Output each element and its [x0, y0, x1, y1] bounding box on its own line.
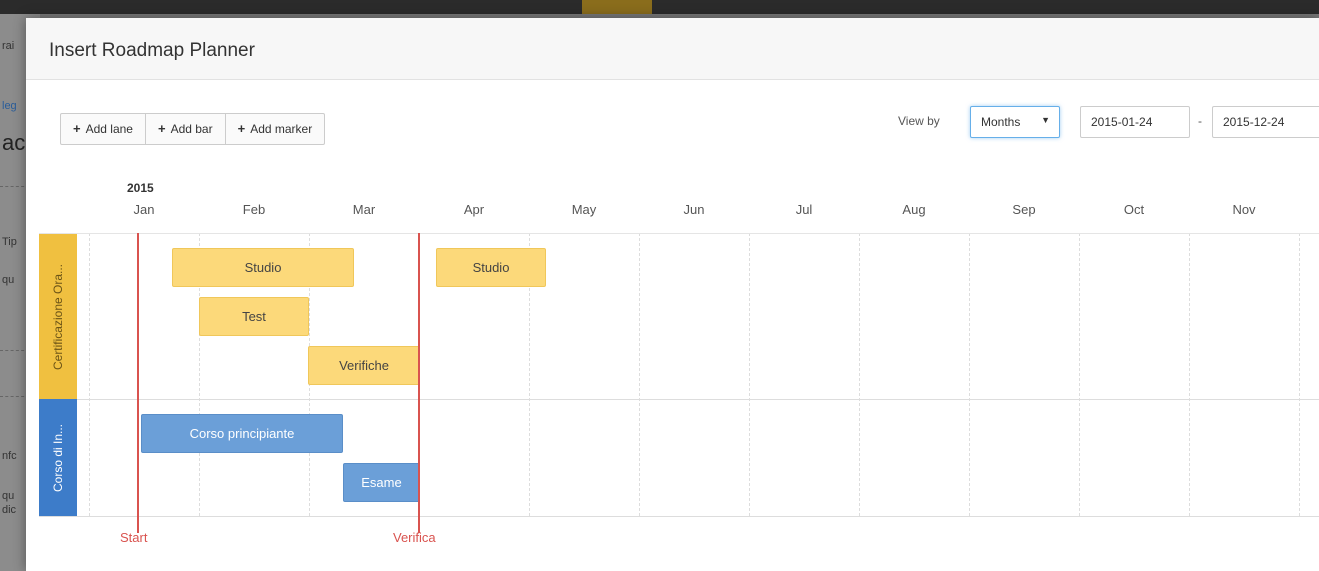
roadmap-bar[interactable]: Studio	[436, 248, 546, 287]
lane-title: Certificazione Ora...	[51, 263, 65, 370]
background-topbar-highlight	[582, 0, 652, 14]
background-text: nfc	[2, 450, 17, 462]
background-text: dic	[2, 504, 17, 516]
month-header: Nov	[1232, 202, 1256, 217]
add-marker-button[interactable]: + Add marker	[224, 113, 326, 145]
month-header: Jan	[133, 202, 155, 217]
dialog-header: Insert Roadmap Planner	[26, 18, 1319, 80]
plus-icon: +	[157, 121, 166, 136]
background-text: qu	[2, 490, 15, 502]
start-date-input[interactable]: 2015-01-24	[1080, 106, 1190, 138]
lane-title: Corso di In...	[51, 423, 65, 492]
background-text: rai	[2, 40, 15, 52]
marker-line[interactable]	[418, 233, 420, 533]
month-header: Mar	[352, 202, 376, 217]
roadmap-bar[interactable]: Studio	[172, 248, 354, 287]
add-bar-button[interactable]: + Add bar	[144, 113, 226, 145]
caret-down-icon: ▼	[1041, 115, 1050, 125]
month-header: Sep	[1012, 202, 1036, 217]
roadmap-planner-dialog: Insert Roadmap Planner + Add lane + Add …	[26, 18, 1319, 571]
view-by-value: Months	[981, 115, 1021, 129]
marker-label[interactable]: Verifica	[393, 530, 436, 545]
month-header: Jun	[683, 202, 705, 217]
lane-label[interactable]: Certificazione Ora...	[39, 234, 77, 399]
add-lane-button[interactable]: + Add lane	[60, 113, 146, 145]
roadmap-bar[interactable]: Test	[199, 297, 309, 336]
roadmap-bar[interactable]: Corso principiante	[141, 414, 343, 453]
background-text: Tip	[2, 236, 17, 248]
month-header: Feb	[242, 202, 266, 217]
add-marker-label: Add marker	[250, 122, 313, 136]
view-by-label: View by	[898, 114, 940, 128]
marker-label[interactable]: Start	[120, 530, 147, 545]
plus-icon: +	[73, 121, 81, 136]
month-header: Apr	[463, 202, 485, 217]
add-lane-label: Add lane	[85, 122, 133, 136]
add-bar-label: Add bar	[170, 122, 213, 136]
month-header: Aug	[902, 202, 926, 217]
background-heading: ac	[2, 130, 26, 155]
date-range-separator: -	[1198, 114, 1202, 128]
background-topbar	[0, 0, 1319, 14]
month-header: Jul	[795, 202, 813, 217]
background-text: qu	[2, 274, 15, 286]
view-by-select[interactable]: Months ▼	[970, 106, 1060, 138]
roadmap-bar[interactable]: Verifiche	[308, 346, 420, 385]
marker-line[interactable]	[137, 233, 139, 533]
month-header: Oct	[1123, 202, 1145, 217]
timeline-year: 2015	[127, 181, 154, 195]
background-link: leg	[2, 100, 17, 112]
month-header: May	[571, 202, 597, 217]
plus-icon: +	[237, 121, 246, 136]
end-date-input[interactable]: 2015-12-24	[1212, 106, 1319, 138]
lane-label[interactable]: Corso di In...	[39, 399, 77, 516]
dialog-title: Insert Roadmap Planner	[49, 40, 255, 61]
toolbar-button-group: + Add lane + Add bar + Add marker	[60, 113, 326, 145]
roadmap-bar[interactable]: Esame	[343, 463, 420, 502]
